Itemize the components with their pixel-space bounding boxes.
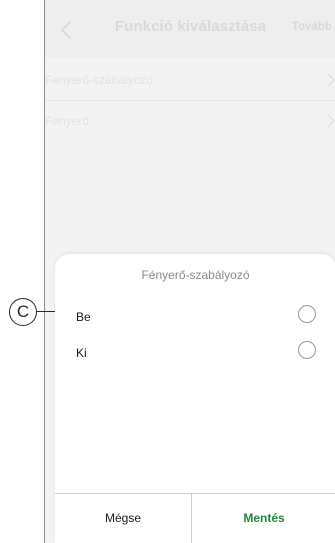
next-button[interactable]: Tovább — [292, 21, 332, 33]
save-button[interactable]: Mentés — [192, 494, 335, 543]
header-bar: Funkció kiválasztása Tovább — [45, 0, 335, 58]
chevron-right-icon — [324, 112, 335, 130]
list-item-brightness[interactable]: Fényerő — [45, 102, 335, 142]
option-ki[interactable]: Ki — [55, 337, 335, 373]
phone-screen: Funkció kiválasztása Tovább Fényerő-szab… — [44, 0, 335, 543]
callout-line — [36, 311, 55, 313]
option-label: Be — [76, 310, 91, 324]
divider — [45, 100, 335, 101]
option-label: Ki — [76, 346, 87, 360]
list-item-dimmer[interactable]: Fényerő-szabályozó — [45, 61, 335, 101]
radio-button[interactable] — [298, 341, 316, 359]
sheet-title: Fényerő-szabályozó — [141, 268, 250, 282]
callout-marker: C — [9, 298, 37, 326]
list-item-label: Fényerő — [45, 114, 90, 128]
chevron-right-icon — [324, 71, 335, 89]
bottom-sheet: Fényerő-szabályozó Be Ki Mégse Mentés — [55, 254, 335, 543]
cancel-button[interactable]: Mégse — [55, 494, 191, 543]
option-be[interactable]: Be — [55, 301, 335, 337]
radio-button[interactable] — [298, 305, 316, 323]
list-item-label: Fényerő-szabályozó — [45, 73, 154, 87]
